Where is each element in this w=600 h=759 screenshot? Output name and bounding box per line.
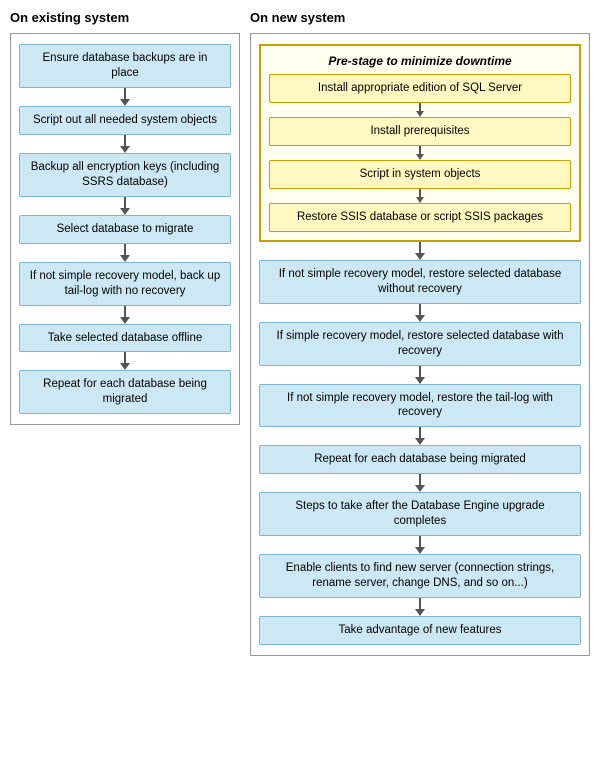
right-step-3: Repeat for each database being migrated: [259, 445, 581, 474]
left-step-6: Repeat for each database being migrated: [19, 370, 231, 414]
right-step-5: Enable clients to find new server (conne…: [259, 554, 581, 598]
left-step-3: Select database to migrate: [19, 215, 231, 244]
arrow-2: [120, 197, 130, 215]
right-arrow-4: [415, 474, 425, 492]
prestage-box: Pre-stage to minimize downtime Install a…: [259, 44, 581, 242]
arrow-1: [120, 135, 130, 153]
left-step-0: Ensure database backups are in place: [19, 44, 231, 88]
left-column: On existing system Ensure database backu…: [10, 10, 240, 656]
arrow-0: [120, 88, 130, 106]
arrow-5: [120, 352, 130, 370]
right-arrow-1: [415, 304, 425, 322]
prestage-step-0: Install appropriate edition of SQL Serve…: [269, 74, 571, 103]
right-arrow-6: [415, 598, 425, 616]
prestage-arrow-1: [416, 146, 424, 160]
right-step-6: Take advantage of new features: [259, 616, 581, 645]
prestage-arrow-0: [416, 103, 424, 117]
right-arrow-5: [415, 536, 425, 554]
right-step-4: Steps to take after the Database Engine …: [259, 492, 581, 536]
prestage-label: Pre-stage to minimize downtime: [328, 54, 511, 68]
prestage-arrow-2: [416, 189, 424, 203]
main-container: On existing system Ensure database backu…: [10, 10, 590, 656]
right-column: On new system Pre-stage to minimize down…: [250, 10, 590, 656]
prestage-step-3: Restore SSIS database or script SSIS pac…: [269, 203, 571, 232]
arrow-3: [120, 244, 130, 262]
arrow-4: [120, 306, 130, 324]
left-step-2: Backup all encryption keys (including SS…: [19, 153, 231, 197]
right-step-2: If not simple recovery model, restore th…: [259, 384, 581, 428]
right-header: On new system: [250, 10, 590, 25]
left-header: On existing system: [10, 10, 240, 25]
right-arrow-2: [415, 366, 425, 384]
right-flow-container: Pre-stage to minimize downtime Install a…: [250, 33, 590, 656]
left-step-5: Take selected database offline: [19, 324, 231, 353]
left-step-1: Script out all needed system objects: [19, 106, 231, 135]
right-arrow-3: [415, 427, 425, 445]
left-flow-container: Ensure database backups are in place Scr…: [10, 33, 240, 425]
right-arrow-0: [415, 242, 425, 260]
prestage-step-2: Script in system objects: [269, 160, 571, 189]
right-step-1: If simple recovery model, restore select…: [259, 322, 581, 366]
prestage-step-1: Install prerequisites: [269, 117, 571, 146]
right-step-0: If not simple recovery model, restore se…: [259, 260, 581, 304]
left-step-4: If not simple recovery model, back up ta…: [19, 262, 231, 306]
